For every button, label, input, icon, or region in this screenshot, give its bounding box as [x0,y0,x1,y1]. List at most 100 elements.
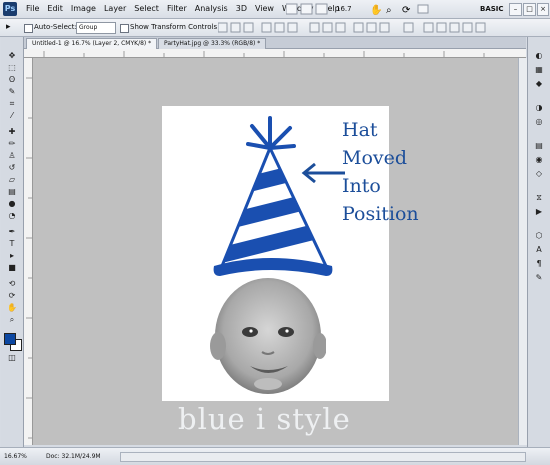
3d-panel-icon[interactable]: ⬡ [533,231,545,241]
crop-icon[interactable]: ⌗ [4,99,20,109]
distribute-right-icon[interactable] [379,22,390,33]
status-doc-size[interactable]: Doc: 32.1M/24.9M [46,448,101,465]
channels-panel-icon[interactable]: ◉ [533,155,545,165]
quick-mask-icon[interactable]: ◫ [4,353,20,363]
vertical-scrollbar[interactable] [518,58,527,445]
blur-icon[interactable]: ● [4,199,20,209]
auto-select-dropdown[interactable]: Group [76,22,116,34]
canvas-area[interactable]: Hat Moved Into Position blue i style [33,58,526,445]
history-brush-icon[interactable]: ↺ [4,163,20,173]
document-canvas[interactable]: Hat Moved Into Position [162,106,419,401]
distribute-top-icon[interactable] [309,22,320,33]
panel-dock: ◐ ▦ ◆ ◑ ◎ ▤ ◉ ◇ ⧖ ▶ ⬡ A ¶ ✎ [527,37,550,447]
menu-3d[interactable]: 3D [236,0,247,18]
zoom-level[interactable]: 16.7 [336,0,352,18]
move-tool-preset-icon[interactable]: ▸ [6,19,11,36]
color-panel-icon[interactable]: ◐ [533,51,545,61]
adjustments-panel-icon[interactable]: ◑ [533,103,545,113]
status-bar: 16.67% Doc: 32.1M/24.9M [0,447,550,465]
auto-select-checkbox[interactable] [24,24,33,33]
align-right-icon[interactable] [287,22,298,33]
maximize-button[interactable]: □ [523,3,536,16]
eyedropper-icon[interactable]: ⁄ [4,111,20,121]
tab-partyhat[interactable]: PartyHat.jpg @ 33.3% (RGB/8) * [158,38,267,49]
tab-untitled-1[interactable]: Untitled-1 @ 16.7% (Layer 2, CMYK/8) * [26,38,158,49]
vertical-ruler [24,58,33,445]
styles-panel-icon[interactable]: ◆ [533,79,545,89]
character-panel-icon[interactable]: A [533,245,545,255]
paths-panel-icon[interactable]: ◇ [533,169,545,179]
3d-scale-mode-icon[interactable] [475,22,486,33]
eraser-icon[interactable]: ▱ [4,175,20,185]
view-tools: ✋ ⌕ ⟳ [370,3,429,15]
clone-stamp-icon[interactable]: ♙ [4,151,20,161]
view-buttons [286,3,328,15]
path-select-icon[interactable]: ▸ [4,251,20,261]
menu-filter[interactable]: Filter [167,0,187,18]
distribute-left-icon[interactable] [353,22,364,33]
auto-align-icon[interactable] [403,22,414,33]
menu-image[interactable]: Image [71,0,96,18]
menu-analysis[interactable]: Analysis [195,0,228,18]
foreground-color-swatch[interactable] [4,333,16,345]
horizontal-ruler [24,49,526,58]
masks-panel-icon[interactable]: ◎ [533,117,545,127]
baby-face-photo [210,278,326,394]
move-icon[interactable]: ✥ [4,51,20,61]
status-zoom[interactable]: 16.67% [4,448,27,465]
quick-select-icon[interactable]: ✎ [4,87,20,97]
party-hat [213,116,333,276]
3d-rotate-mode-icon[interactable] [423,22,434,33]
history-panel-icon[interactable]: ⧖ [533,193,545,203]
marquee-icon[interactable]: ⬚ [4,63,20,73]
align-left-icon[interactable] [261,22,272,33]
lasso-icon[interactable]: ʘ [4,75,20,85]
close-button[interactable]: × [537,3,549,16]
watermark: blue i style [178,402,351,436]
3d-slide-mode-icon[interactable] [462,22,473,33]
3d-orbit-icon[interactable]: ⟳ [4,291,20,301]
options-bar: ▸ Auto-Select: Group Show Transform Cont… [0,19,550,37]
menu-select[interactable]: Select [134,0,159,18]
menu-edit[interactable]: Edit [47,0,63,18]
pen-icon[interactable]: ✒ [4,227,20,237]
align-top-icon[interactable] [218,22,228,33]
rotate-view-icon[interactable]: ⟳ [402,5,411,15]
arrange-documents-icon[interactable] [315,3,328,15]
distribute-bottom-icon[interactable] [335,22,346,33]
annotation-text: Hat Moved Into Position [342,116,452,228]
distribute-hcenter-icon[interactable] [366,22,377,33]
dodge-icon[interactable]: ◔ [4,211,20,221]
workspace-switcher[interactable]: BASIC [480,0,504,18]
gradient-icon[interactable]: ▤ [4,187,20,197]
shape-icon[interactable]: ■ [4,263,20,273]
actions-panel-icon[interactable]: ▶ [533,207,545,217]
paragraph-panel-icon[interactable]: ¶ [533,259,545,269]
minimize-button[interactable]: – [509,3,522,16]
layers-panel-icon[interactable]: ▤ [533,141,545,151]
menu-view[interactable]: View [255,0,274,18]
menu-layer[interactable]: Layer [104,0,126,18]
menu-file[interactable]: File [26,0,39,18]
align-bottom-icon[interactable] [243,22,254,33]
horizontal-scrollbar[interactable] [120,452,526,462]
distribute-vcenter-icon[interactable] [322,22,333,33]
show-transform-checkbox[interactable] [120,24,129,33]
screen-mode-icon[interactable] [417,4,429,14]
hand-icon[interactable]: ✋ [4,303,20,313]
align-hcenter-icon[interactable] [274,22,285,33]
zoom-icon[interactable]: ⌕ [4,315,20,325]
swatches-panel-icon[interactable]: ▦ [533,65,545,75]
align-vcenter-icon[interactable] [230,22,241,33]
zoom-tool-icon[interactable]: ⌕ [386,5,392,15]
3d-roll-mode-icon[interactable] [436,22,447,33]
type-icon[interactable]: T [4,239,20,249]
mini-bridge-icon[interactable] [300,3,313,15]
bridge-icon[interactable] [286,3,298,15]
hand-tool-icon[interactable]: ✋ [370,3,382,15]
3d-rotate-icon[interactable]: ⟲ [4,279,20,289]
brush-icon[interactable]: ✏ [4,139,20,149]
3d-drag-mode-icon[interactable] [449,22,460,33]
healing-icon[interactable]: ✚ [4,127,20,137]
brushes-panel-icon[interactable]: ✎ [533,273,545,283]
